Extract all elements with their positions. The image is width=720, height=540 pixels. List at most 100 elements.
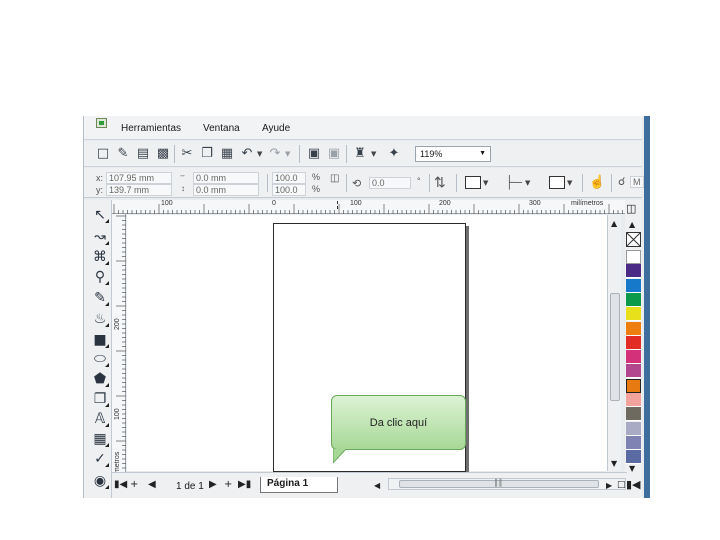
welcome-screen-icon[interactable]: ✦: [386, 146, 402, 162]
export-icon[interactable]: ▣: [326, 146, 342, 162]
outline-color-button[interactable]: [549, 176, 565, 189]
shape-tool-icon[interactable]: ↝: [90, 228, 110, 246]
smart-fill-icon[interactable]: ♨: [90, 310, 110, 328]
color-swatch[interactable]: [626, 450, 641, 465]
save-icon[interactable]: ▤: [135, 146, 151, 162]
basic-shapes-icon[interactable]: ❐: [90, 390, 110, 408]
undo-icon[interactable]: ↶: [239, 146, 255, 162]
vertical-scrollbar[interactable]: ▲ ▼: [607, 215, 621, 471]
fill-dropdown-icon[interactable]: ▼: [483, 179, 488, 187]
cut-icon[interactable]: ✂: [179, 146, 195, 162]
fill-color-button[interactable]: [465, 176, 481, 189]
scale-x-field[interactable]: 100.0: [272, 172, 306, 184]
scroll-left-icon[interactable]: ◀: [374, 480, 380, 492]
width-arrow-icon: ↔: [179, 172, 186, 179]
color-swatch[interactable]: [626, 264, 641, 279]
eyedropper-icon[interactable]: ✓: [90, 450, 110, 468]
polygon-tool-icon[interactable]: ⬟: [90, 370, 110, 388]
height-field[interactable]: 0.0 mm: [193, 184, 259, 196]
text-tool-icon[interactable]: 𝔸: [90, 410, 110, 428]
callout-button[interactable]: Da clic aquí: [331, 395, 466, 450]
zoom-level-select[interactable]: 119% ▼: [415, 146, 491, 162]
rectangle-tool-icon[interactable]: ■: [90, 331, 110, 349]
horizontal-scrollbar[interactable]: ║║: [388, 478, 626, 490]
color-swatch[interactable]: [626, 435, 641, 450]
color-palette: ◫ ▲ ▼ ▮◀: [625, 200, 642, 498]
outline-color-dropdown-icon[interactable]: ▼: [567, 179, 572, 187]
color-swatch[interactable]: [626, 292, 641, 307]
color-swatch[interactable]: [626, 364, 641, 379]
horizontal-ruler[interactable]: 100 0 100 200 300 milímetros: [112, 200, 627, 214]
drawing-canvas[interactable]: Da clic aquí: [127, 201, 607, 472]
menu-ventana[interactable]: Ventana: [203, 123, 240, 134]
color-swatch[interactable]: [626, 321, 641, 336]
pick-tool-icon[interactable]: ↖: [90, 206, 110, 224]
previous-page-icon[interactable]: ◀: [148, 479, 156, 491]
palette-scroll-up-icon[interactable]: ▲: [629, 220, 635, 230]
tab-pagina-1[interactable]: Página 1: [260, 477, 338, 493]
scroll-right-icon[interactable]: ▶: [606, 480, 612, 492]
import-icon[interactable]: ▣: [306, 146, 322, 162]
color-swatch[interactable]: [626, 393, 641, 407]
color-swatch[interactable]: [626, 307, 641, 322]
outline-tool-icon[interactable]: ◉: [90, 472, 110, 490]
redo-dropdown-icon[interactable]: ▼: [285, 150, 290, 158]
application-launcher-icon[interactable]: ♜: [352, 146, 368, 162]
zoom-tool-icon[interactable]: ⚲: [90, 268, 110, 286]
width-field[interactable]: 0.0 mm: [193, 172, 259, 184]
launcher-dropdown-icon[interactable]: ▼: [371, 150, 376, 158]
ruler-unit-label: milímetros: [571, 200, 604, 207]
undo-dropdown-icon[interactable]: ▼: [257, 150, 262, 158]
no-fill-swatch[interactable]: [626, 232, 641, 247]
print-icon[interactable]: ▩: [155, 146, 171, 162]
degree-label: °: [417, 176, 421, 186]
color-swatch[interactable]: [626, 421, 641, 436]
add-page-after-icon[interactable]: +: [224, 479, 232, 491]
redo-icon[interactable]: ↷: [267, 146, 283, 162]
text-icon[interactable]: ☌: [618, 175, 625, 188]
palette-flyout-icon[interactable]: ◫: [626, 203, 636, 214]
paste-icon[interactable]: ▦: [219, 146, 235, 162]
horizontal-scroll-thumb[interactable]: ║║: [399, 479, 599, 488]
scroll-down-icon[interactable]: ▼: [611, 459, 617, 469]
ruler-label: 200: [439, 200, 451, 207]
color-swatch[interactable]: [626, 407, 641, 422]
color-swatch[interactable]: [626, 250, 641, 264]
new-document-icon[interactable]: □: [95, 146, 111, 162]
color-swatch[interactable]: [626, 278, 641, 293]
palette-skip-end-icon[interactable]: ▮◀: [626, 479, 641, 490]
color-swatch[interactable]: [626, 350, 641, 365]
interactive-effects-icon[interactable]: ▦: [90, 430, 110, 448]
mirror-icon[interactable]: ⇅: [434, 174, 446, 191]
guideline[interactable]: [337, 201, 338, 209]
vertical-scroll-thumb[interactable]: [610, 293, 620, 401]
outline-width-icon[interactable]: ├─: [505, 175, 522, 189]
palette-scroll-down-icon[interactable]: ▼: [629, 464, 635, 474]
add-page-before-icon[interactable]: +: [130, 479, 138, 491]
outline-dropdown-icon[interactable]: ▼: [525, 179, 530, 187]
wrap-text-icon[interactable]: ☝: [589, 174, 605, 190]
ruler-label: 200: [114, 318, 121, 330]
open-icon[interactable]: ✎: [115, 146, 131, 162]
color-swatch[interactable]: [626, 335, 641, 350]
x-label: x:: [96, 173, 104, 183]
crop-tool-icon[interactable]: ⌘: [90, 248, 110, 266]
y-position-field[interactable]: 139.7 mm: [106, 184, 172, 196]
lock-ratio-icon[interactable]: ◫: [330, 173, 339, 184]
last-page-icon[interactable]: ▶▮: [238, 479, 251, 491]
next-page-icon[interactable]: ▶: [209, 479, 217, 491]
scroll-up-icon[interactable]: ▲: [611, 219, 617, 229]
x-position-field[interactable]: 107.95 mm: [106, 172, 172, 184]
font-name-field[interactable]: M: [630, 176, 644, 188]
freehand-tool-icon[interactable]: ✎: [90, 289, 110, 307]
ellipse-tool-icon[interactable]: ⬭: [90, 350, 110, 368]
copy-icon[interactable]: ❐: [199, 146, 215, 162]
document-navigator-icon[interactable]: □: [617, 479, 626, 491]
color-swatch[interactable]: [626, 378, 641, 393]
scale-y-field[interactable]: 100.0: [272, 184, 306, 196]
menu-ayuda[interactable]: Ayude: [262, 123, 290, 134]
vertical-ruler[interactable]: 200 100 milímetros: [112, 214, 126, 484]
rotation-field[interactable]: 0.0: [369, 177, 411, 189]
first-page-icon[interactable]: ▮◀: [114, 479, 127, 491]
menu-herramientas[interactable]: Herramientas: [121, 123, 181, 134]
